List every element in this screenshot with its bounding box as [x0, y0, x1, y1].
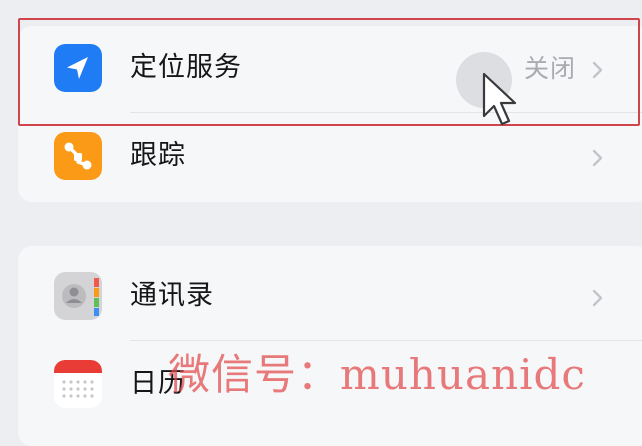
settings-row-tracking[interactable]: 跟踪: [18, 114, 642, 198]
chevron-right-icon: [592, 149, 603, 167]
chevron-right-icon: [592, 289, 603, 307]
settings-row-contacts[interactable]: 通讯录: [18, 254, 642, 338]
contacts-label: 通讯录: [130, 280, 214, 311]
tracking-label: 跟踪: [130, 140, 186, 171]
mouse-pointer-icon: [482, 72, 517, 126]
highlight-box: [18, 18, 640, 126]
tracking-icon: [54, 132, 102, 180]
calendar-icon: [54, 360, 102, 408]
contacts-icon: [54, 272, 102, 320]
watermark-text: 微信号：muhuanidc: [168, 350, 586, 399]
